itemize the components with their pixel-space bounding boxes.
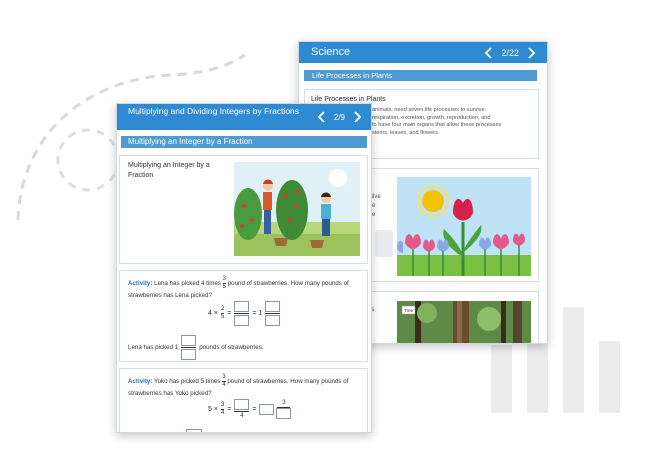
math-title: Multiplying and Dividing Integers by Fra…: [128, 106, 300, 116]
answer-input-denominator[interactable]: [234, 315, 250, 326]
math-page-indicator: 2/9: [333, 112, 345, 122]
answer-input-denominator-2[interactable]: [265, 315, 281, 326]
answer-input-denominator-3[interactable]: [181, 349, 197, 360]
science-content-heading: Life Processes in Plants: [311, 96, 386, 103]
chevron-right-icon[interactable]: [351, 110, 363, 124]
math-intro-box: Multiplying an Integer by a Fraction: [119, 155, 368, 264]
strawberry-picking-illustration: [234, 162, 360, 256]
activity-1-equation: 4 × 25 = = 1: [208, 301, 281, 326]
activity-1-answer: Lena has picked 1 pounds of strawberries…: [128, 335, 264, 360]
tulips-illustration: [397, 177, 531, 276]
chevron-left-icon[interactable]: [483, 46, 495, 60]
math-titlebar: Multiplying and Dividing Integers by Fra…: [117, 104, 371, 130]
math-card: Multiplying and Dividing Integers by Fra…: [116, 103, 372, 433]
science-title: Science: [311, 46, 351, 58]
answer-input-numerator-3[interactable]: [181, 335, 197, 346]
activity-1-box: Activity: Lena has picked 4 times 35 pou…: [119, 270, 368, 362]
activity-1-prompt: Activity: Lena has picked 4 times 35 pou…: [128, 276, 349, 299]
math-intro-label: Multiplying an Integer by a Fraction: [128, 162, 210, 179]
audio-button[interactable]: [375, 230, 393, 257]
science-titlebar: Science 2/22: [299, 42, 547, 63]
forest-photo: Tree: [397, 301, 531, 343]
answer-input-whole[interactable]: [259, 404, 275, 415]
activity-2-box: Activity: Yoko has picked 5 times 34 pou…: [119, 368, 368, 432]
answer-input-numerator[interactable]: [234, 301, 250, 312]
answer-input-partial[interactable]: [186, 429, 202, 432]
answer-input-numerator-4[interactable]: [234, 399, 250, 410]
answer-input-denominator-4[interactable]: [276, 408, 292, 419]
chevron-right-icon[interactable]: [525, 46, 537, 60]
activity-2-equation: 5 × 34 = 4 = 3: [208, 399, 292, 420]
science-section-title: Life Processes in Plants: [312, 71, 393, 80]
chevron-left-icon[interactable]: [316, 110, 328, 124]
tree-tag-label: Tree: [404, 308, 414, 313]
science-page-indicator: 2/22: [501, 47, 519, 58]
math-section-title: Multiplying an Integer by a Fraction: [128, 137, 253, 146]
science-content-text: animals, need seven life processes to su…: [372, 107, 502, 136]
science-section-banner: Life Processes in Plants: [304, 70, 537, 81]
science-pager: 2/22: [483, 46, 537, 60]
activity-2-prompt: Activity: Yoko has picked 5 times 34 pou…: [128, 374, 349, 397]
math-section-banner: Multiplying an Integer by a Fraction: [121, 136, 367, 148]
answer-input-numerator-2[interactable]: [265, 301, 281, 312]
math-pager: 2/9: [316, 110, 363, 124]
